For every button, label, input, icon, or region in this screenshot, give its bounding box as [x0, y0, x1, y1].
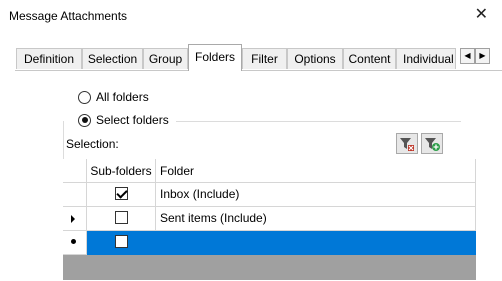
tab-scroll-left-icon[interactable]: ◀	[460, 48, 475, 64]
folder-grid[interactable]: Sub-folders Folder Inbox (Include) Sent …	[63, 159, 476, 280]
folder-cell[interactable]: Inbox (Include)	[156, 183, 476, 207]
subfolders-cell[interactable]	[87, 183, 156, 207]
group-box-border	[176, 121, 461, 122]
column-header-subfolders[interactable]: Sub-folders	[87, 159, 156, 183]
tab-folders[interactable]: Folders	[188, 44, 242, 71]
close-icon[interactable]: ✕	[475, 7, 488, 23]
tab-selection[interactable]: Selection	[82, 48, 143, 69]
subfolders-cell[interactable]	[87, 207, 156, 231]
row-header[interactable]	[63, 231, 87, 255]
grid-header-row: Sub-folders Folder	[63, 159, 476, 183]
radio-select-folders-button[interactable]	[78, 113, 91, 127]
tab-group[interactable]: Group	[143, 48, 188, 69]
subfolders-checkbox[interactable]	[114, 211, 128, 225]
table-row-new[interactable]	[63, 231, 476, 255]
new-row-icon	[71, 239, 76, 244]
folder-cell[interactable]: Sent items (Include)	[156, 207, 476, 231]
filter-delete-button[interactable]	[396, 133, 418, 154]
current-row-arrow-icon	[71, 215, 75, 223]
radio-all-folders[interactable]: All folders	[78, 89, 149, 105]
tab-filter[interactable]: Filter	[242, 48, 287, 69]
folder-cell[interactable]	[156, 231, 476, 255]
title-bar: Message Attachments ✕	[0, 0, 502, 32]
window-title: Message Attachments	[9, 9, 128, 23]
column-header-folder[interactable]: Folder	[156, 159, 476, 183]
tab-definition[interactable]: Definition	[16, 48, 82, 69]
subfolders-checkbox[interactable]	[114, 187, 128, 201]
selection-label: Selection:	[66, 137, 119, 151]
tab-strip: Definition Selection Group Folders Filte…	[0, 44, 502, 71]
subfolders-cell[interactable]	[87, 231, 156, 255]
filter-add-button[interactable]	[421, 133, 443, 154]
table-row[interactable]: Sent items (Include)	[63, 207, 476, 231]
tab-individual[interactable]: Individual	[396, 48, 456, 69]
radio-select-folders-label: Select folders	[96, 113, 169, 127]
table-row[interactable]: Inbox (Include)	[63, 183, 476, 207]
tab-scroll-right-icon[interactable]: ▶	[475, 48, 490, 64]
filter-delete-icon	[400, 138, 414, 151]
grid-corner	[63, 159, 87, 183]
subfolders-checkbox[interactable]	[114, 235, 128, 249]
radio-all-folders-label: All folders	[96, 90, 149, 104]
tab-options[interactable]: Options	[287, 48, 343, 69]
radio-all-folders-button[interactable]	[78, 90, 91, 104]
row-header[interactable]	[63, 183, 87, 207]
tab-content[interactable]: Content	[343, 48, 396, 69]
row-header[interactable]	[63, 207, 87, 231]
radio-select-folders[interactable]: Select folders	[78, 112, 169, 128]
filter-add-icon	[425, 138, 440, 151]
